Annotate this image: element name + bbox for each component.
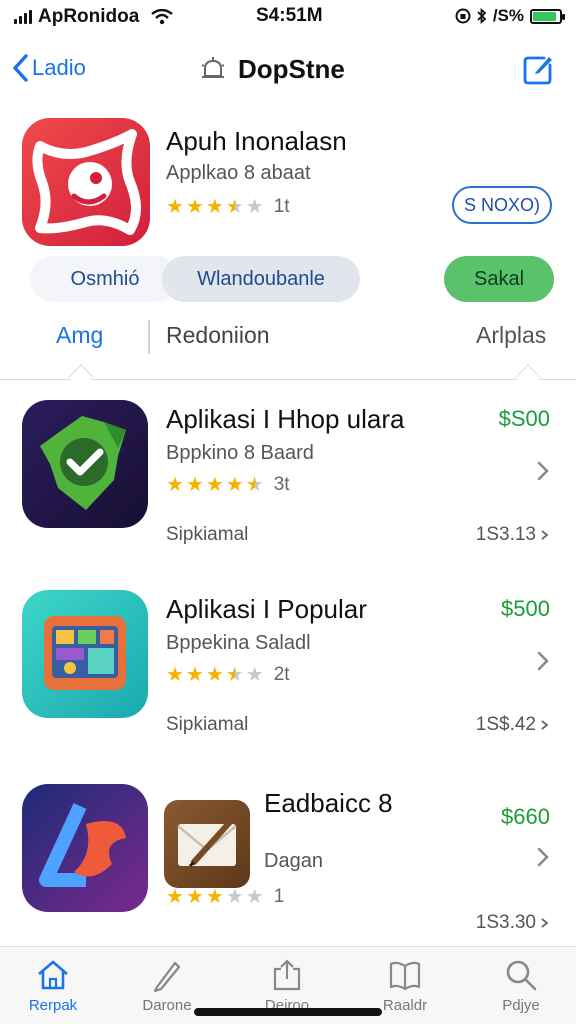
star-icon: ★: [225, 474, 244, 496]
tab-notch-2: [515, 364, 541, 390]
tabbar-item-4[interactable]: Raaldr: [360, 957, 450, 1014]
star-icon: ★: [245, 474, 264, 496]
chevron-right-small-icon: [541, 530, 549, 540]
app-title: Eadbaicc 8: [264, 788, 393, 818]
tab-1[interactable]: Amg: [56, 322, 103, 349]
share-icon: [273, 959, 301, 991]
app-title: Aplikasi I Hhop ulara: [166, 404, 405, 434]
segment-button-1[interactable]: Osmhió: [30, 256, 180, 302]
app-meta: Sipkiamal: [166, 714, 249, 735]
battery-icon: [530, 8, 565, 24]
app-icon-design: [22, 784, 148, 912]
book-icon: [389, 961, 421, 991]
app-meta-right: 1S3.13: [476, 524, 550, 546]
star-icon: ★: [245, 196, 264, 218]
back-label: Ladio: [32, 55, 86, 80]
star-icon: ★: [245, 886, 264, 908]
home-icon: [38, 960, 68, 990]
star-icon: ★: [205, 664, 224, 686]
search-icon: [506, 960, 537, 991]
rating-count: 3t: [273, 473, 290, 495]
chevron-left-icon: [13, 54, 28, 82]
chevron-right-icon[interactable]: [536, 460, 550, 482]
app-icon-tablet: [22, 590, 148, 718]
rating-count: 1t: [273, 195, 290, 217]
star-icon: ★: [205, 196, 224, 218]
tab-divider: [148, 320, 150, 354]
app-rating: ★ ★ ★ ★ ★ 1: [166, 884, 284, 909]
star-icon: ★: [225, 886, 244, 908]
star-icon: ★: [185, 474, 204, 496]
app-subtitle: Bppekina Saladl: [166, 632, 311, 654]
list-item[interactable]: Aplikasi I Popular Bppekina Saladl ★ ★ ★ ★ ★…: [0, 590, 576, 780]
app-price[interactable]: $660: [501, 804, 550, 830]
star-icon: ★: [185, 664, 204, 686]
category-tabs: Amg Redoniion Arlplas: [0, 312, 576, 390]
bell-icon: [201, 56, 225, 78]
chevron-right-icon[interactable]: [536, 650, 550, 672]
app-icon-mail: [164, 800, 250, 888]
app-rating: ★ ★ ★ ★ ★ 3t: [166, 472, 290, 497]
app-title: Aplikasi I Popular: [166, 594, 367, 624]
star-icon: ★: [245, 664, 264, 686]
star-icon: ★: [205, 474, 224, 496]
app-price[interactable]: $500: [501, 596, 550, 622]
orientation-lock-icon: [455, 8, 471, 24]
app-meta-right: 1S3.30: [476, 912, 550, 934]
rating-count: 2t: [273, 663, 290, 685]
tabbar-item-1[interactable]: Rerpak: [8, 957, 98, 1014]
star-icon: ★: [166, 196, 184, 218]
signal-icon: [14, 10, 32, 24]
rating-count: 1: [273, 885, 285, 907]
carrier-label: ApRonidoa: [38, 6, 140, 27]
star-icon: ★: [225, 196, 244, 218]
star-icon: ★: [185, 886, 204, 908]
app-meta-right: 1S$.42: [476, 714, 550, 736]
app-icon-security: [22, 400, 148, 528]
star-icon: ★: [166, 886, 184, 908]
chevron-right-small-icon: [541, 720, 549, 730]
tab-2[interactable]: Redoniion: [166, 322, 270, 349]
chevron-right-small-icon: [541, 918, 549, 928]
wifi-icon: [151, 9, 174, 25]
star-icon: ★: [166, 664, 184, 686]
segment-button-2[interactable]: Wlandoubanle: [162, 256, 360, 302]
chevron-right-icon[interactable]: [536, 846, 550, 868]
featured-price-button[interactable]: S NOXO): [452, 186, 552, 224]
tabbar-item-5[interactable]: Pdjye: [476, 957, 566, 1014]
featured-app-subtitle: Applkao 8 abaat: [166, 162, 311, 184]
home-indicator: [194, 1008, 382, 1016]
featured-app-icon[interactable]: [22, 118, 150, 246]
page-title: DopStne: [198, 54, 345, 85]
app-meta: Sipkiamal: [166, 524, 249, 545]
star-icon: ★: [225, 664, 244, 686]
star-rating: ★ ★ ★ ★ ★: [166, 884, 264, 909]
featured-rating: ★ ★ ★ ★ ★ 1t: [166, 194, 290, 219]
pen-icon: [153, 961, 181, 993]
star-rating: ★ ★ ★ ★ ★: [166, 472, 264, 497]
star-icon: ★: [185, 196, 204, 218]
star-rating: ★ ★ ★ ★ ★: [166, 662, 264, 687]
tab-3[interactable]: Arlplas: [476, 322, 546, 349]
nav-bar: Ladio DopStne: [0, 44, 576, 100]
bluetooth-icon: [477, 8, 487, 24]
featured-app-title: Apuh Inonalasn: [166, 126, 347, 156]
app-subtitle: Dagan: [264, 850, 323, 872]
app-rating: ★ ★ ★ ★ ★ 2t: [166, 662, 290, 687]
back-button[interactable]: Ladio: [10, 52, 86, 84]
star-icon: ★: [205, 886, 224, 908]
app-price[interactable]: $S00: [499, 406, 550, 432]
compose-icon[interactable]: [522, 52, 554, 86]
get-button[interactable]: Sakal: [444, 256, 554, 302]
tabbar-item-2[interactable]: Darone: [122, 957, 212, 1014]
battery-percent: /S%: [492, 6, 524, 25]
tab-notch-1: [68, 364, 94, 390]
tabbar-item-3[interactable]: Deiroo: [242, 957, 332, 1014]
star-rating: ★ ★ ★ ★ ★: [166, 194, 264, 219]
list-item[interactable]: Aplikasi I Hhop ulara Bppkino 8 Baard ★ ★…: [0, 400, 576, 590]
status-time: S4:51M: [256, 5, 323, 26]
status-bar: ApRonidoa S4:51M /S%: [0, 0, 576, 34]
star-icon: ★: [166, 474, 184, 496]
app-subtitle: Bppkino 8 Baard: [166, 442, 314, 464]
